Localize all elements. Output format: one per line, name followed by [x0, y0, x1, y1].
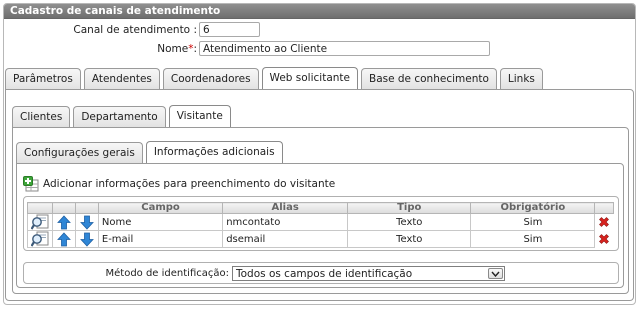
canal-input[interactable] [199, 22, 260, 37]
tab-atendentes[interactable]: Atendentes [83, 68, 160, 90]
red-x-delete-icon [599, 217, 610, 228]
delete-cell[interactable] [595, 231, 614, 248]
grid-header-row: Campo Alias Tipo Obrigatório [27, 202, 614, 214]
cell-alias: nmcontato [222, 213, 349, 231]
grid-header-alias: Alias [222, 202, 349, 214]
identification-selected: Todos os campos de identificação [236, 267, 413, 280]
grid-header-tipo: Tipo [347, 202, 472, 214]
move-up-cell[interactable] [52, 213, 76, 231]
arrow-up-icon [57, 214, 71, 229]
grid-header-edit [27, 202, 53, 214]
edit-cell[interactable] [27, 230, 53, 248]
tab-clientes[interactable]: Clientes [12, 106, 71, 128]
table-row: E-mail dsemail Texto Sim [27, 230, 614, 248]
move-down-cell[interactable] [74, 230, 99, 248]
cell-tipo: Texto [347, 213, 472, 231]
magnifier-edit-icon [31, 231, 49, 247]
nome-label-colon: : [193, 42, 197, 55]
table-row: Nome nmcontato Texto Sim [27, 213, 614, 231]
grid-header-down [74, 202, 99, 214]
sub-tab-strip: Clientes Departamento Visitante [12, 104, 234, 129]
magnifier-edit-icon [31, 214, 49, 230]
arrow-up-icon [57, 231, 71, 246]
cell-obrigatorio: Sim [470, 230, 596, 248]
identification-label: Método de identificação: [105, 268, 230, 279]
main-tab-strip: Parâmetros Atendentes Coordenadores Web … [5, 66, 546, 91]
delete-cell[interactable] [595, 214, 614, 231]
grid-header-delete [594, 202, 614, 214]
tab-parametros[interactable]: Parâmetros [5, 68, 81, 90]
add-info-action[interactable]: Adicionar informações para preenchimento… [23, 176, 335, 192]
tab-configuracoes-gerais[interactable]: Configurações gerais [16, 142, 143, 164]
move-up-cell[interactable] [52, 230, 76, 248]
identification-row: Método de identificação: Todos os campos… [23, 266, 505, 281]
canal-row: Canal de atendimento : [4, 22, 260, 37]
inner-tab-strip: Configurações gerais Informações adicion… [16, 140, 286, 165]
chevron-down-icon[interactable] [488, 268, 503, 279]
cell-alias: dsemail [222, 230, 349, 248]
tab-departamento[interactable]: Departamento [73, 106, 166, 128]
tab-links[interactable]: Links [499, 68, 543, 90]
grid-header-campo: Campo [97, 202, 224, 214]
tab-visitante[interactable]: Visitante [168, 105, 231, 129]
tab-base-de-conhecimento[interactable]: Base de conhecimento [360, 68, 497, 90]
move-down-cell[interactable] [74, 213, 99, 231]
panel-title: Cadastro de canais de atendimento [4, 4, 635, 19]
tab-web-solicitante[interactable]: Web solicitante [261, 67, 358, 91]
nome-row: Nome*: [4, 41, 490, 56]
nome-input[interactable] [199, 41, 490, 56]
info-grid: Campo Alias Tipo Obrigatório Nome nmcont… [27, 202, 614, 248]
edit-cell[interactable] [27, 213, 53, 231]
green-plus-table-icon[interactable] [23, 176, 39, 192]
arrow-down-icon [79, 215, 94, 230]
add-info-label[interactable]: Adicionar informações para preenchimento… [43, 178, 335, 190]
tab-coordenadores[interactable]: Coordenadores [162, 68, 259, 90]
arrow-down-icon [79, 232, 94, 247]
nome-label: Nome*: [4, 43, 197, 55]
cell-campo: Nome [97, 213, 224, 231]
cell-obrigatorio: Sim [470, 213, 596, 231]
canal-label: Canal de atendimento : [73, 23, 197, 36]
nome-label-text: Nome [157, 42, 189, 55]
grid-header-up [52, 202, 76, 214]
identification-select[interactable]: Todos os campos de identificação [232, 266, 505, 281]
red-x-delete-icon [599, 234, 610, 244]
cell-tipo: Texto [347, 230, 472, 248]
grid-header-obrigatorio: Obrigatório [470, 202, 596, 214]
cell-campo: E-mail [97, 230, 224, 248]
tab-informacoes-adicionais[interactable]: Informações adicionais [145, 141, 283, 165]
channel-form-panel: Cadastro de canais de atendimento Canal … [3, 3, 636, 305]
